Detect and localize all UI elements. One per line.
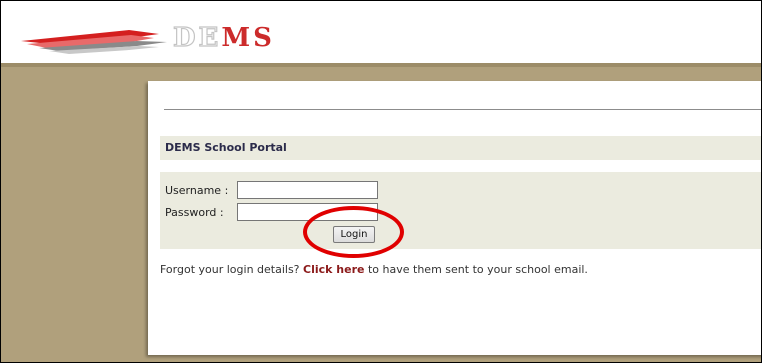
forgot-suffix: to have them sent to your school email. — [364, 263, 588, 276]
forgot-prefix: Forgot your login details? — [160, 263, 304, 276]
forgot-login-text: Forgot your login details? Click here to… — [160, 263, 588, 276]
portal-title-bar: DEMS School Portal — [160, 136, 761, 160]
site-logo-text: DEMS — [172, 22, 275, 53]
portal-title: DEMS School Portal — [165, 141, 287, 154]
logo-letters-solid: MS — [221, 23, 275, 53]
login-form: Username : Password : Login — [160, 172, 761, 249]
paper-plane-swoosh-icon — [21, 30, 167, 54]
login-button[interactable]: Login — [333, 226, 375, 243]
logo-letters-outline: DE — [172, 22, 222, 53]
divider-line — [164, 109, 761, 110]
click-here-link[interactable]: Click here — [303, 263, 364, 276]
username-label: Username : — [165, 184, 229, 197]
password-input[interactable] — [237, 203, 378, 221]
site-header: DEMS — [1, 1, 761, 67]
username-input[interactable] — [237, 181, 378, 199]
browser-page: DEMS DEMS School Portal Username : Passw… — [0, 0, 762, 363]
password-label: Password : — [165, 206, 224, 219]
main-content-panel: DEMS School Portal Username : Password :… — [148, 81, 761, 355]
